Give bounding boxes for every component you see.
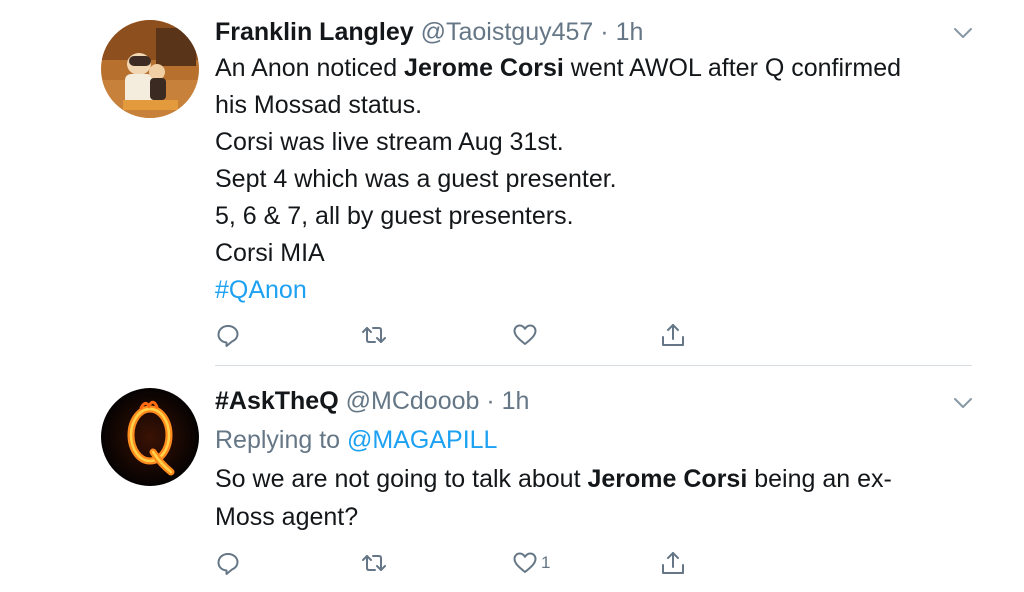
tweet-line: Corsi was live stream Aug 31st. [215,128,564,156]
chevron-down-icon [954,28,972,38]
avatar-q-logo [101,388,199,486]
share-button[interactable] [660,548,686,578]
timestamp[interactable]: 1h [616,18,644,46]
replying-to: Replying to @MAGAPILL [215,422,497,458]
like-button[interactable]: 1 [512,548,550,578]
timestamp[interactable]: 1h [502,387,530,415]
tweet-line: Moss agent? [215,503,359,531]
author-name[interactable]: #AskTheQ [215,387,339,415]
avatar[interactable] [101,388,199,486]
tweet-header: #AskTheQ @MCdooob · 1h [215,386,529,416]
tweet-actions: 1 [0,548,1024,578]
tweet-menu-button[interactable] [952,396,974,410]
reply-button[interactable] [215,320,241,350]
tweet-menu-button[interactable] [952,26,974,40]
share-icon [662,552,684,574]
tweet-line: An Anon noticed Jerome Corsi went AWOL a… [215,54,902,82]
tweet-line: 5, 6 & 7, all by guest presenters. [215,202,574,230]
like-button[interactable] [512,320,541,350]
retweet-button[interactable] [361,320,387,350]
hashtag-link[interactable]: #QAnon [215,272,985,309]
tweet-line: Corsi MIA [215,239,325,267]
tweet-line: So we are not going to talk about Jerome… [215,465,892,493]
heart-icon [513,552,537,573]
retweet-button[interactable] [361,548,387,578]
replying-handle-link[interactable]: @MAGAPILL [347,426,497,454]
author-name[interactable]: Franklin Langley [215,18,414,46]
avatar[interactable] [101,20,199,118]
chevron-down-icon [954,398,972,408]
tweet-text: An Anon noticed Jerome Corsi went AWOL a… [215,50,985,309]
author-handle[interactable]: @MCdooob [346,387,480,415]
tweet-text: So we are not going to talk about Jerome… [215,460,975,536]
tweet-line: his Mossad status. [215,91,423,119]
tweet[interactable]: #AskTheQ @MCdooob · 1h Replying to @MAGA… [0,366,1024,592]
reply-button[interactable] [215,548,241,578]
retweet-icon [362,327,386,343]
meta-separator: · [486,387,495,415]
share-icon [662,324,684,346]
reply-icon [217,553,239,575]
bold-text: Jerome Corsi [587,465,748,493]
avatar-photo [101,20,199,118]
like-count: 1 [541,553,551,572]
reply-icon [217,325,239,347]
meta-separator: · [600,18,609,46]
author-handle[interactable]: @Taoistguy457 [421,18,594,46]
tweet[interactable]: Franklin Langley @Taoistguy457 · 1h An A… [0,0,1024,366]
heart-icon [513,324,537,345]
retweet-icon [362,555,386,571]
bold-text: Jerome Corsi [404,54,564,82]
tweet-line: Sept 4 which was a guest presenter. [215,165,617,193]
share-button[interactable] [660,320,686,350]
tweet-actions [0,320,1024,350]
replying-label: Replying to [215,426,348,454]
tweet-header: Franklin Langley @Taoistguy457 · 1h [215,17,643,47]
